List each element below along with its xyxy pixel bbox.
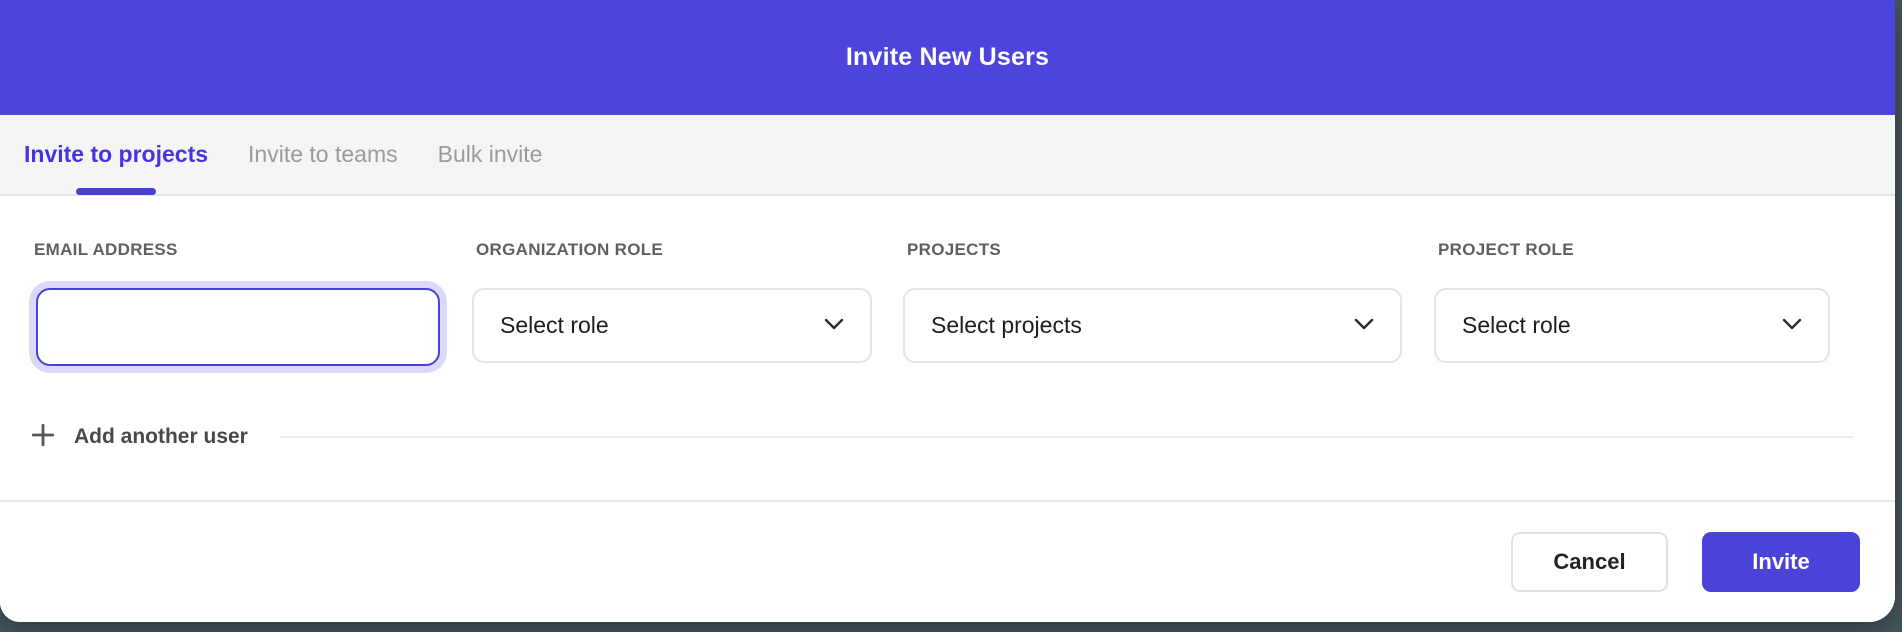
project-role-field: PROJECT ROLE Select role: [1434, 240, 1830, 363]
select-value: Select projects: [931, 312, 1082, 339]
select-value: Select role: [1462, 312, 1571, 339]
projects-select[interactable]: Select projects: [903, 288, 1402, 363]
project-role-select[interactable]: Select role: [1434, 288, 1830, 363]
projects-label: PROJECTS: [903, 240, 1402, 260]
modal-content: EMAIL ADDRESS ORGANIZATION ROLE Select r…: [0, 196, 1895, 500]
organization-role-field: ORGANIZATION ROLE Select role: [472, 240, 872, 363]
email-address-field: EMAIL ADDRESS: [30, 240, 448, 366]
tab-label: Invite to projects: [24, 141, 208, 168]
modal-title: Invite New Users: [846, 43, 1049, 72]
row-divider-line: [280, 436, 1853, 438]
chevron-down-icon: [1354, 317, 1374, 335]
tab-invite-to-projects[interactable]: Invite to projects: [24, 115, 208, 194]
tab-invite-to-teams[interactable]: Invite to teams: [248, 115, 398, 194]
modal-header: Invite New Users: [0, 0, 1895, 115]
active-tab-underline: [76, 188, 156, 195]
email-address-label: EMAIL ADDRESS: [30, 240, 448, 260]
chevron-down-icon: [1782, 317, 1802, 335]
plus-icon: [30, 422, 56, 451]
invite-button[interactable]: Invite: [1702, 532, 1860, 592]
invite-user-row: EMAIL ADDRESS ORGANIZATION ROLE Select r…: [30, 240, 1895, 366]
add-another-user-label: Add another user: [74, 425, 248, 449]
tab-label: Invite to teams: [248, 141, 398, 168]
organization-role-label: ORGANIZATION ROLE: [472, 240, 872, 260]
add-another-user-button[interactable]: Add another user: [30, 422, 248, 451]
tab-bulk-invite[interactable]: Bulk invite: [438, 115, 543, 194]
cancel-button[interactable]: Cancel: [1511, 532, 1668, 592]
add-user-row: Add another user: [30, 422, 1895, 451]
project-role-label: PROJECT ROLE: [1434, 240, 1830, 260]
email-input[interactable]: [36, 288, 440, 366]
organization-role-select[interactable]: Select role: [472, 288, 872, 363]
invite-new-users-modal: Invite New Users Invite to projects Invi…: [0, 0, 1895, 622]
projects-field: PROJECTS Select projects: [903, 240, 1402, 363]
chevron-down-icon: [824, 317, 844, 335]
tab-bar: Invite to projects Invite to teams Bulk …: [0, 115, 1895, 196]
select-value: Select role: [500, 312, 609, 339]
tab-label: Bulk invite: [438, 141, 543, 168]
modal-footer: Cancel Invite: [0, 500, 1895, 622]
